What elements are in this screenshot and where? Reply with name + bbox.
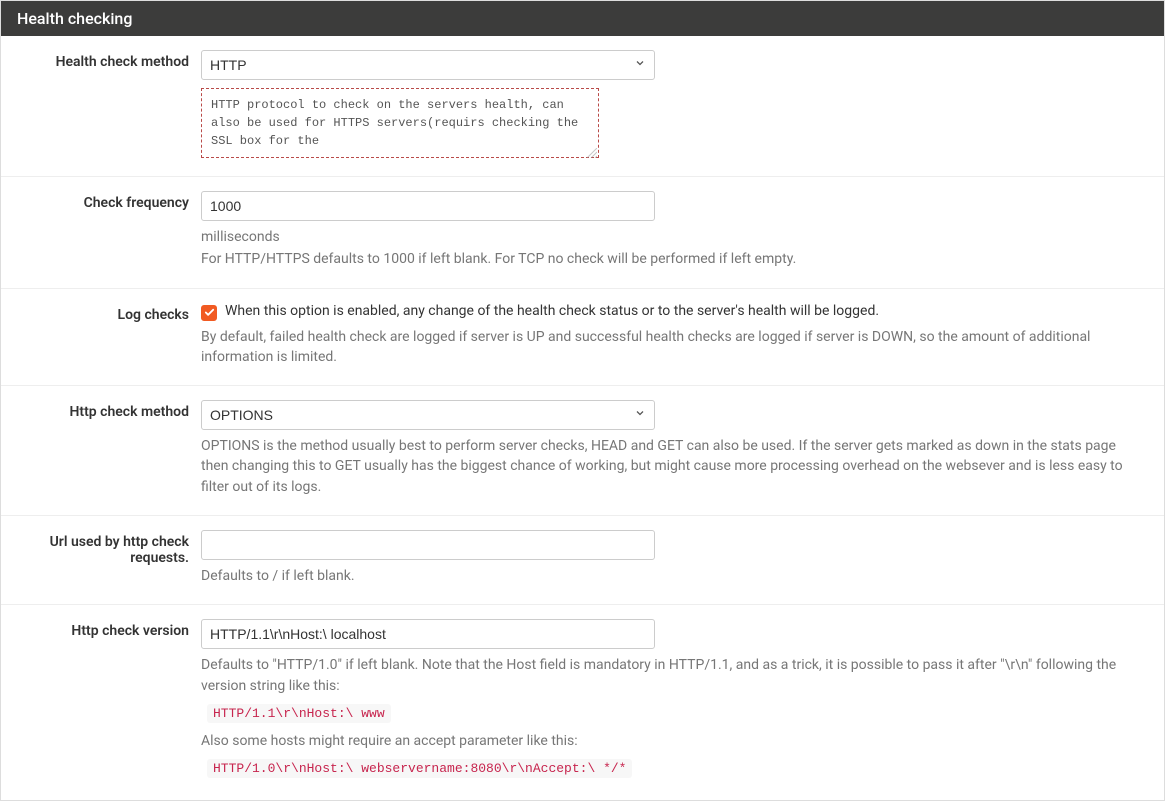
check-frequency-input[interactable] bbox=[201, 191, 655, 221]
label-http-check-method: Http check method bbox=[11, 400, 201, 497]
version-code-1: HTTP/1.1\r\nHost:\ www bbox=[207, 704, 391, 723]
row-http-check-version: Http check version Defaults to "HTTP/1.0… bbox=[1, 605, 1164, 800]
field-check-frequency: milliseconds For HTTP/HTTPS defaults to … bbox=[201, 191, 1154, 270]
version-hint-2: Also some hosts might require an accept … bbox=[201, 731, 1134, 751]
log-checks-checkbox-label: When this option is enabled, any change … bbox=[225, 303, 879, 319]
url-hint: Defaults to / if left blank. bbox=[201, 566, 1134, 586]
field-log-checks: When this option is enabled, any change … bbox=[201, 303, 1154, 368]
http-check-method-select[interactable]: OPTIONS bbox=[201, 400, 655, 430]
label-health-check-method: Health check method bbox=[11, 50, 201, 158]
row-log-checks: Log checks When this option is enabled, … bbox=[1, 289, 1164, 387]
http-check-version-input[interactable] bbox=[201, 619, 655, 649]
label-url: Url used by http check requests. bbox=[11, 530, 201, 586]
label-http-check-version: Http check version bbox=[11, 619, 201, 782]
row-http-check-method: Http check method OPTIONS OPTIONS is the… bbox=[1, 386, 1164, 516]
freq-unit: milliseconds bbox=[201, 227, 1134, 247]
url-input[interactable] bbox=[201, 530, 655, 560]
row-health-check-method: Health check method HTTP HTTP protocol t… bbox=[1, 36, 1164, 177]
label-check-frequency: Check frequency bbox=[11, 191, 201, 270]
field-http-check-version: Defaults to "HTTP/1.0" if left blank. No… bbox=[201, 619, 1154, 782]
method-description-box[interactable]: HTTP protocol to check on the servers he… bbox=[201, 88, 599, 158]
method-description-text: HTTP protocol to check on the servers he… bbox=[211, 98, 578, 148]
health-checking-panel: Health checking Health check method HTTP… bbox=[0, 0, 1165, 801]
log-checks-hint: By default, failed health check are logg… bbox=[201, 327, 1134, 368]
version-code-2: HTTP/1.0\r\nHost:\ webservername:8080\r\… bbox=[207, 759, 632, 778]
row-check-frequency: Check frequency milliseconds For HTTP/HT… bbox=[1, 177, 1164, 289]
health-check-method-select[interactable]: HTTP bbox=[201, 50, 655, 80]
row-url: Url used by http check requests. Default… bbox=[1, 516, 1164, 605]
freq-hint: For HTTP/HTTPS defaults to 1000 if left … bbox=[201, 249, 1134, 269]
version-hint-1: Defaults to "HTTP/1.0" if left blank. No… bbox=[201, 655, 1134, 696]
field-url: Defaults to / if left blank. bbox=[201, 530, 1154, 586]
panel-title: Health checking bbox=[1, 1, 1164, 36]
label-log-checks: Log checks bbox=[11, 303, 201, 368]
resize-handle-icon bbox=[587, 146, 597, 156]
field-http-check-method: OPTIONS OPTIONS is the method usually be… bbox=[201, 400, 1154, 497]
field-health-check-method: HTTP HTTP protocol to check on the serve… bbox=[201, 50, 1154, 158]
log-checks-checkbox[interactable] bbox=[201, 305, 217, 321]
http-method-hint: OPTIONS is the method usually best to pe… bbox=[201, 436, 1134, 497]
